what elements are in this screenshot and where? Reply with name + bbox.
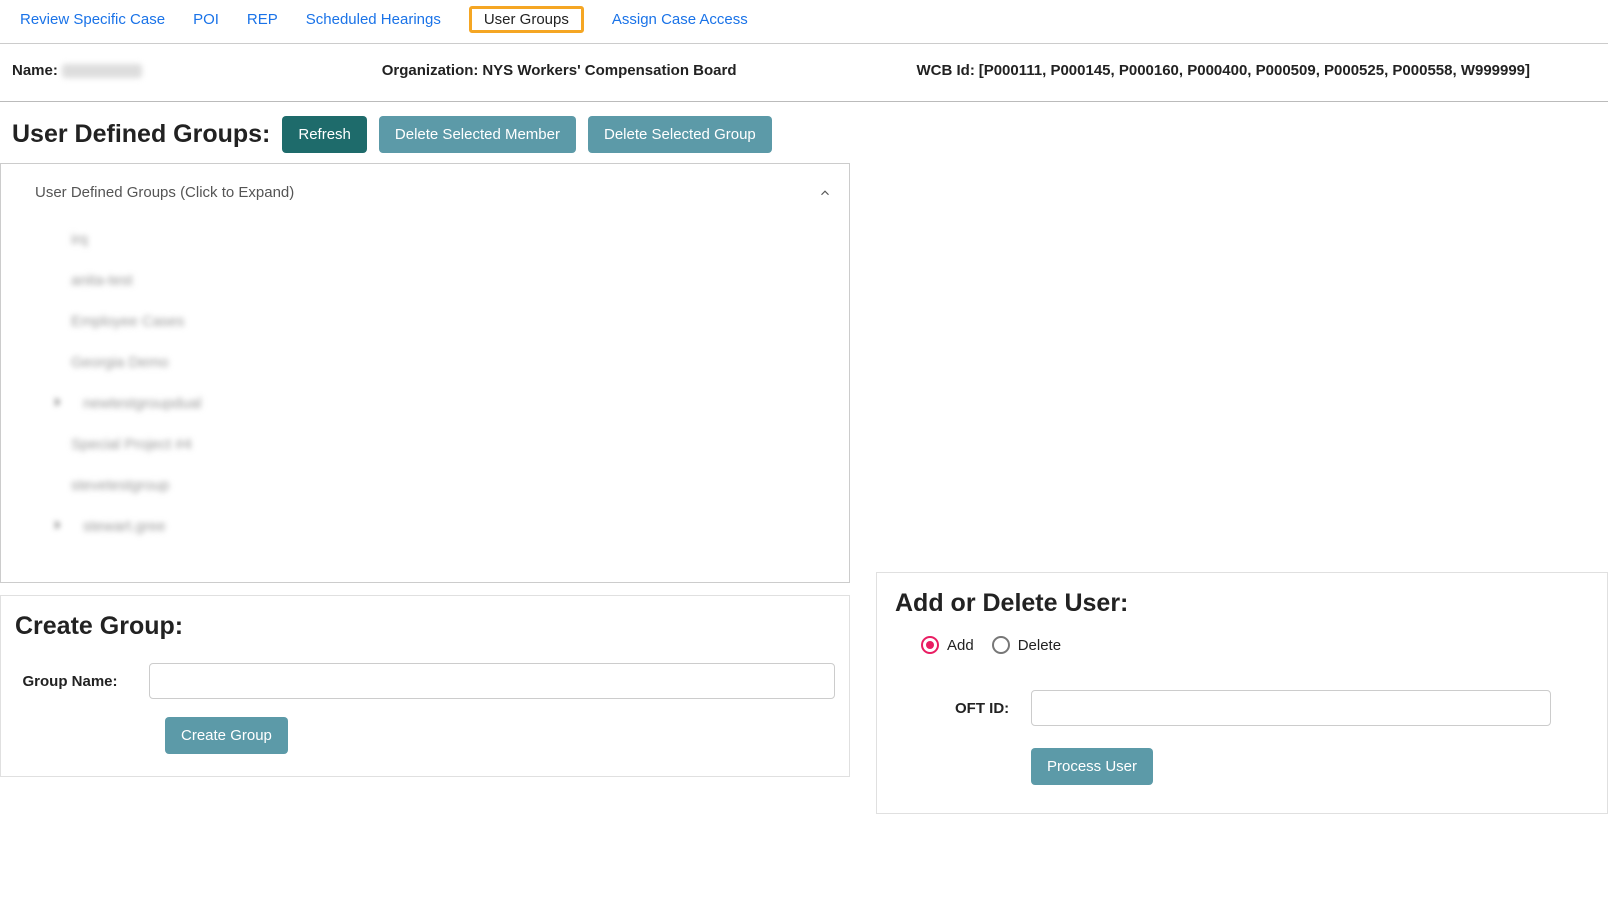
add-delete-user-panel: Add or Delete User: Add Delete OFT ID: P… [876, 572, 1608, 814]
tree-root[interactable]: User Defined Groups (Click to Expand) [35, 180, 833, 219]
radio-add[interactable]: Add [921, 636, 974, 654]
tree-item-label: stevetestgroup [71, 477, 169, 494]
group-tree-panel: User Defined Groups (Click to Expand) ir… [0, 163, 850, 583]
nav-scheduled-hearings[interactable]: Scheduled Hearings [306, 11, 441, 28]
process-user-button[interactable]: Process User [1031, 748, 1153, 785]
info-name-label: Name: [12, 62, 58, 79]
radio-row: Add Delete [895, 636, 1607, 654]
create-group-panel: Create Group: Group Name: Create Group [0, 595, 850, 777]
chevron-right-icon [49, 395, 65, 412]
tree-item[interactable]: Special Project #4 [35, 424, 833, 465]
delete-member-button[interactable]: Delete Selected Member [379, 116, 576, 153]
chevron-up-icon [817, 185, 833, 201]
tree-item-label: irq [71, 231, 88, 248]
tree-item-label: Employee Cases [71, 313, 184, 330]
group-name-input[interactable] [149, 663, 835, 699]
nav-user-groups-active[interactable]: User Groups [469, 6, 584, 33]
add-delete-user-title: Add or Delete User: [895, 589, 1607, 618]
tree-item-label: Georgia Demo [71, 354, 169, 371]
nav-review-specific-case[interactable]: Review Specific Case [20, 11, 165, 28]
info-org-value: NYS Workers' Compensation Board [482, 62, 736, 79]
nav-rep[interactable]: REP [247, 11, 278, 28]
tree-item-label: anita-test [71, 272, 133, 289]
info-wcb-label: WCB Id: [917, 62, 975, 79]
chevron-right-icon [49, 518, 65, 535]
tree-item[interactable]: stewart.gree [35, 506, 833, 547]
info-name-value-redacted [62, 64, 142, 78]
delete-group-button[interactable]: Delete Selected Group [588, 116, 772, 153]
info-name: Name: [12, 62, 142, 79]
create-group-button[interactable]: Create Group [165, 717, 288, 754]
radio-delete-label: Delete [1018, 637, 1061, 654]
tree-item[interactable]: Employee Cases [35, 301, 833, 342]
nav-poi[interactable]: POI [193, 11, 219, 28]
tree-item-label: Special Project #4 [71, 436, 192, 453]
top-nav: Review Specific Case POI REP Scheduled H… [0, 0, 1608, 44]
nav-assign-case-access[interactable]: Assign Case Access [612, 11, 748, 28]
udg-title: User Defined Groups: [12, 120, 270, 149]
radio-add-label: Add [947, 637, 974, 654]
udg-header: User Defined Groups: Refresh Delete Sele… [0, 102, 850, 163]
tree-item[interactable]: newtestgroupdual [35, 383, 833, 424]
info-org-label: Organization: [382, 62, 479, 79]
radio-delete[interactable]: Delete [992, 636, 1061, 654]
create-group-title: Create Group: [15, 612, 835, 641]
tree-item-label: newtestgroupdual [83, 395, 201, 412]
group-tree-scroll[interactable]: User Defined Groups (Click to Expand) ir… [1, 164, 849, 582]
radio-unselected-icon [992, 636, 1010, 654]
info-bar: Name: Organization: NYS Workers' Compens… [0, 44, 1608, 102]
tree-item[interactable]: irq [35, 219, 833, 260]
nav-user-groups-label: User Groups [484, 11, 569, 28]
info-org: Organization: NYS Workers' Compensation … [382, 62, 737, 79]
radio-selected-icon [921, 636, 939, 654]
oft-id-label: OFT ID: [955, 700, 1009, 717]
tree-item-label: stewart.gree [83, 518, 166, 535]
tree-item[interactable]: Georgia Demo [35, 342, 833, 383]
tree-root-label: User Defined Groups (Click to Expand) [35, 184, 294, 201]
group-name-label: Group Name: [15, 673, 125, 690]
tree-item[interactable]: anita-test [35, 260, 833, 301]
oft-id-input[interactable] [1031, 690, 1551, 726]
tree-item[interactable]: stevetestgroup [35, 465, 833, 506]
info-wcb: WCB Id: [P000111, P000145, P000160, P000… [917, 62, 1531, 79]
refresh-button[interactable]: Refresh [282, 116, 367, 153]
info-wcb-value: [P000111, P000145, P000160, P000400, P00… [979, 62, 1530, 79]
